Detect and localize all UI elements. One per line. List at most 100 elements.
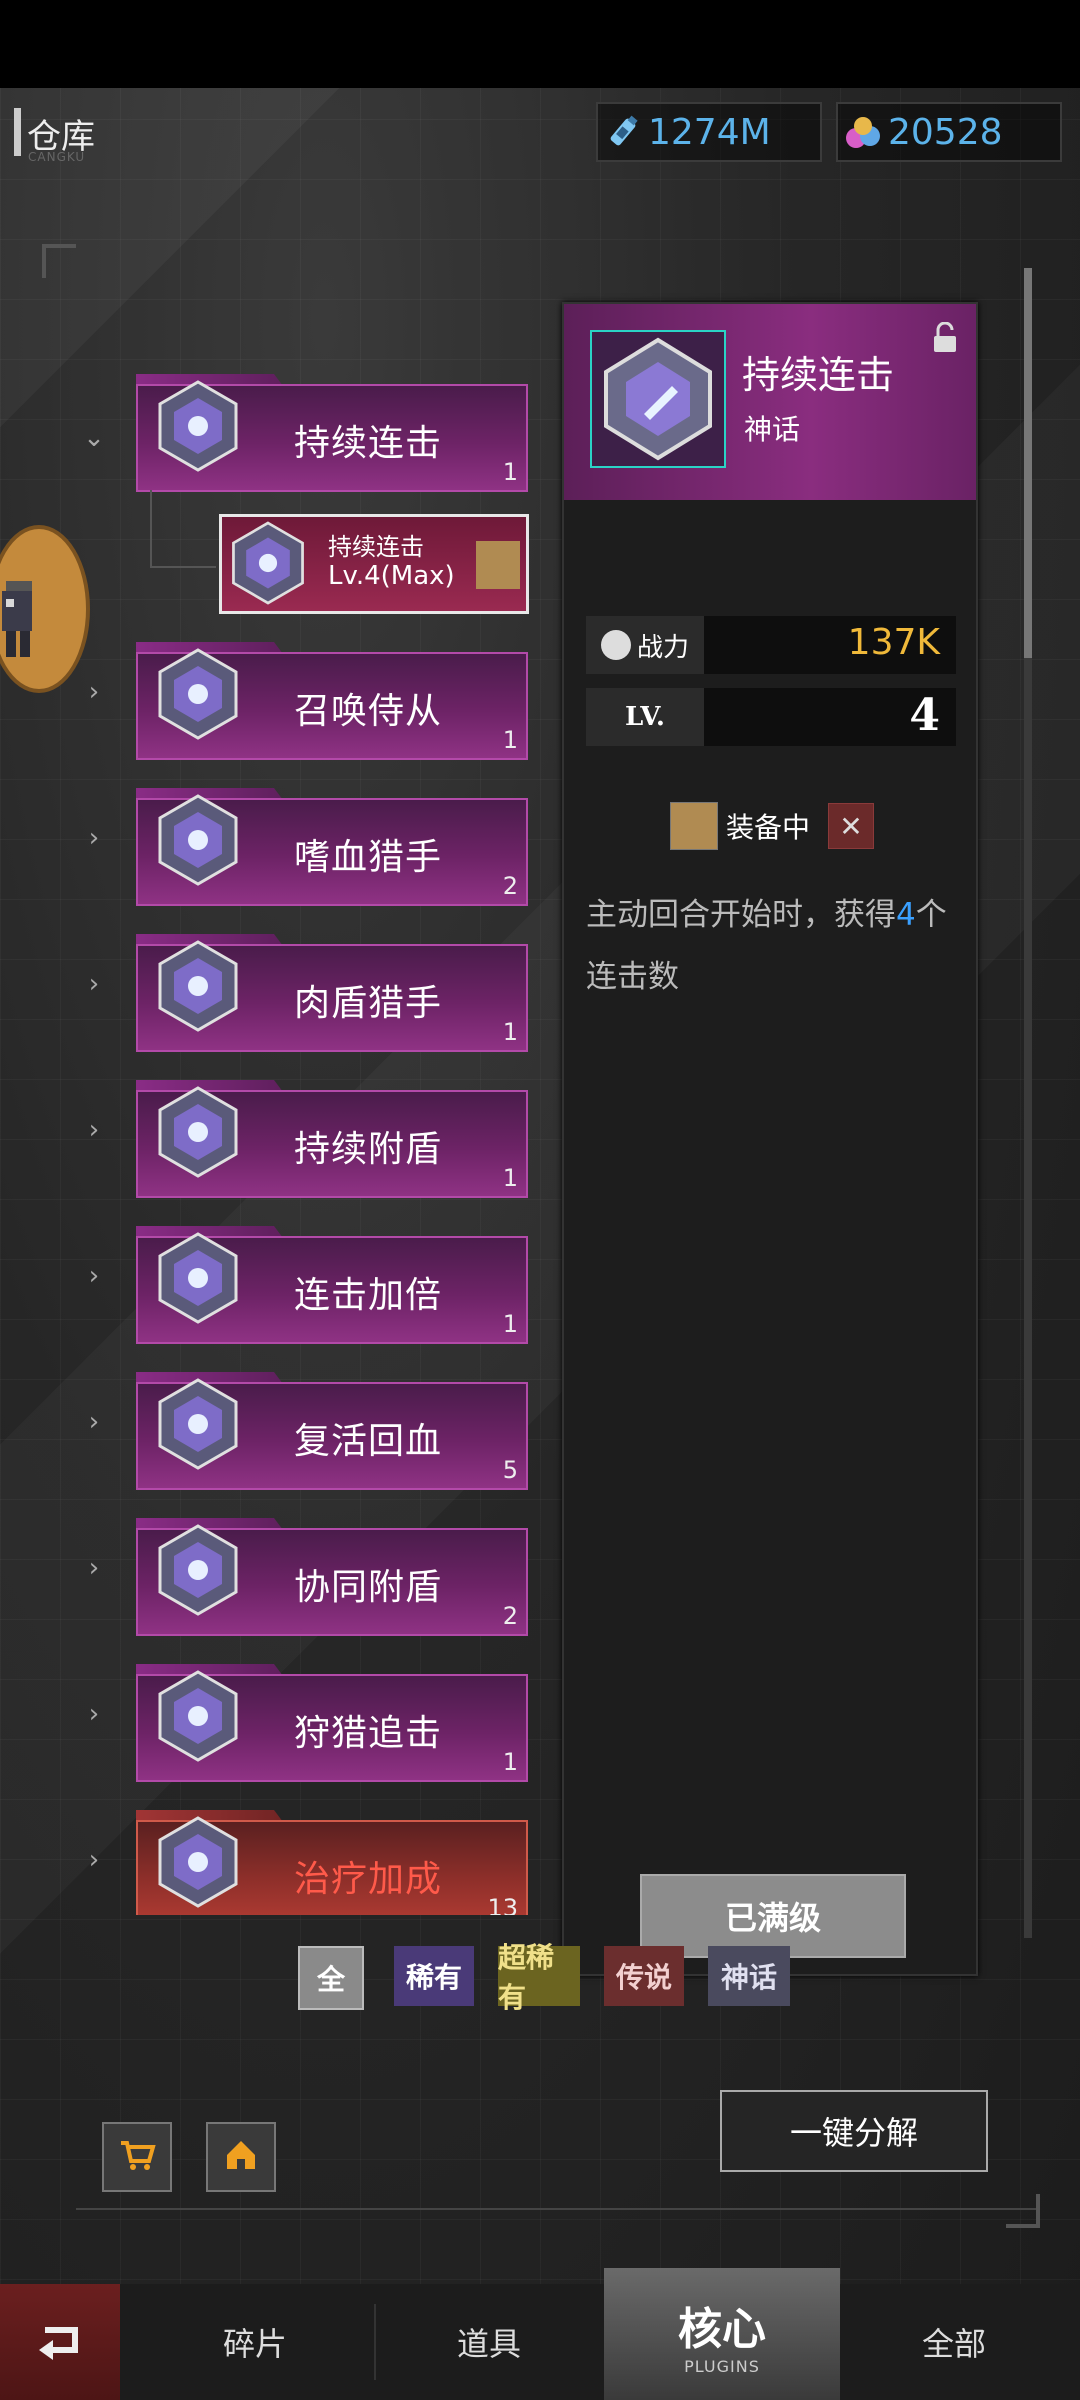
tab-core-sublabel: PLUGINS [684, 2356, 760, 2376]
power-label: 战力 [586, 616, 704, 674]
home-icon [221, 2135, 261, 2179]
chevron-right-icon[interactable]: › [80, 1408, 108, 1436]
gem-pile-icon [838, 107, 888, 157]
chevron-right-icon[interactable]: › [80, 1700, 108, 1728]
plugin-list[interactable]: ⌄ 持续连击 1 › 召唤侍从 1 › 嗜血猎手 2 › 肉盾猎手 1 › 持续… [0, 278, 560, 1915]
item-name: 肉盾猎手 [294, 983, 443, 1024]
plugin-badge-icon [154, 1814, 242, 1910]
item-count: 1 [502, 1748, 518, 1776]
warehouse-screen: 仓库 CANGKU 1274M 20528 ⌄ 持续连击 1 › 召唤侍从 1 … [0, 88, 1080, 2400]
plugin-badge-icon [154, 1522, 242, 1618]
chevron-right-icon[interactable]: › [80, 678, 108, 706]
cart-icon [117, 2135, 157, 2179]
equipped-label: 装备中 [726, 811, 811, 844]
plugin-badge-icon [154, 1376, 242, 1472]
level-label: LV. [586, 688, 704, 746]
item-name: 持续连击 [294, 423, 443, 464]
filter-legend[interactable]: 传说 [604, 1946, 684, 2006]
plugin-badge-icon [154, 1230, 242, 1326]
unequip-button[interactable]: ✕ [828, 803, 875, 849]
plugin-badge-large-icon [590, 330, 726, 468]
chevron-right-icon[interactable]: › [80, 1262, 108, 1290]
fuel-bottle-icon [598, 107, 648, 157]
item-count: 1 [502, 1164, 518, 1192]
list-item[interactable]: 狩猎追击 1 [136, 1664, 528, 1782]
list-item[interactable]: 持续连击 1 [136, 374, 528, 492]
chevron-right-icon[interactable]: › [80, 824, 108, 852]
fuel-resource: 1274M [596, 102, 822, 162]
filter-super-rare[interactable]: 超稀有 [498, 1941, 580, 2014]
fist-icon [600, 630, 631, 660]
item-name: 持续附盾 [294, 1129, 443, 1170]
item-count: 13 [487, 1894, 518, 1915]
item-count: 2 [502, 1602, 518, 1630]
list-item[interactable]: 肉盾猎手 1 [136, 934, 528, 1052]
tab-all[interactable]: 全部 [844, 2284, 1064, 2400]
item-count: 5 [502, 1456, 518, 1484]
list-item[interactable]: 复活回血 5 [136, 1372, 528, 1490]
chevron-right-icon[interactable]: › [80, 1846, 108, 1874]
level-row: LV. 4 [586, 688, 956, 746]
tab-items[interactable]: 道具 [376, 2284, 602, 2400]
hero-portrait-icon [670, 802, 718, 850]
selected-sub-item[interactable]: 持续连击 Lv.4(Max) [219, 514, 529, 614]
back-button[interactable] [0, 2284, 120, 2400]
equipped-row: 装备中 ✕ [670, 802, 875, 850]
unlock-icon[interactable] [932, 321, 958, 352]
list-item[interactable]: 连击加倍 1 [136, 1226, 528, 1344]
chevron-right-icon[interactable]: › [80, 1554, 108, 1582]
home-button[interactable] [206, 2122, 276, 2192]
list-item[interactable]: 持续附盾 1 [136, 1080, 528, 1198]
filter-rare[interactable]: 稀有 [394, 1946, 474, 2006]
skill-description: 主动回合开始时，获得4个连击数 [586, 897, 947, 995]
bottom-nav: 碎片 道具 核心 PLUGINS 全部 [0, 2268, 1080, 2400]
power-value: 137K [847, 622, 940, 663]
item-count: 1 [502, 458, 518, 486]
detail-rarity: 神话 [744, 413, 801, 446]
list-scrollbar[interactable] [1024, 268, 1032, 1938]
level-value: 4 [909, 690, 940, 741]
filter-all[interactable]: 全 [298, 1946, 364, 2010]
plugin-badge-icon [228, 519, 308, 607]
detail-panel: 持续连击 神话 战力 137K LV. 4 装备中 ✕ 主动回合开始时，获得4个… [562, 302, 978, 1976]
chevron-down-icon[interactable]: ⌄ [80, 424, 108, 452]
gem-resource: 20528 [836, 102, 1062, 162]
chevron-right-icon[interactable]: › [80, 970, 108, 998]
plugin-badge-icon [154, 378, 242, 474]
plugin-badge-icon [154, 938, 242, 1034]
back-arrow-icon [35, 2320, 85, 2364]
item-name: 狩猎追击 [294, 1713, 443, 1754]
item-name: 治疗加成 [294, 1859, 443, 1900]
plugin-badge-icon [154, 792, 242, 888]
tab-core[interactable]: 核心 PLUGINS [604, 2268, 840, 2400]
power-row: 战力 137K [586, 616, 956, 674]
fuel-value: 1274M [648, 111, 771, 153]
list-item[interactable]: 治疗加成 13 [136, 1810, 528, 1915]
item-count: 1 [502, 726, 518, 754]
list-item[interactable]: 召唤侍从 1 [136, 642, 528, 760]
plugin-badge-icon [154, 1668, 242, 1764]
item-count: 2 [502, 872, 518, 900]
decompose-all-button[interactable]: 一键分解 [720, 2090, 988, 2172]
filter-myth[interactable]: 神话 [708, 1946, 790, 2006]
frame-corner [1006, 2194, 1040, 2228]
sub-item-level: Lv.4(Max) [328, 561, 455, 591]
frame-corner [42, 244, 76, 278]
detail-header: 持续连击 神话 [564, 304, 976, 500]
item-name: 复活回血 [294, 1421, 443, 1462]
shop-button[interactable] [102, 2122, 172, 2192]
list-item[interactable]: 协同附盾 2 [136, 1518, 528, 1636]
gem-value: 20528 [888, 111, 1003, 153]
list-item[interactable]: 嗜血猎手 2 [136, 788, 528, 906]
plugin-badge-icon [154, 1084, 242, 1180]
item-name: 嗜血猎手 [294, 837, 443, 878]
tab-fragments[interactable]: 碎片 [140, 2284, 370, 2400]
page-subtitle: CANGKU [28, 150, 86, 164]
hero-portrait-icon [476, 541, 520, 589]
tab-core-label: 核心 [678, 2303, 766, 2355]
divider [76, 2208, 1036, 2210]
sub-item-name: 持续连击 [328, 533, 424, 561]
chevron-right-icon[interactable]: › [80, 1116, 108, 1144]
item-count: 1 [502, 1310, 518, 1338]
plugin-badge-icon [154, 646, 242, 742]
